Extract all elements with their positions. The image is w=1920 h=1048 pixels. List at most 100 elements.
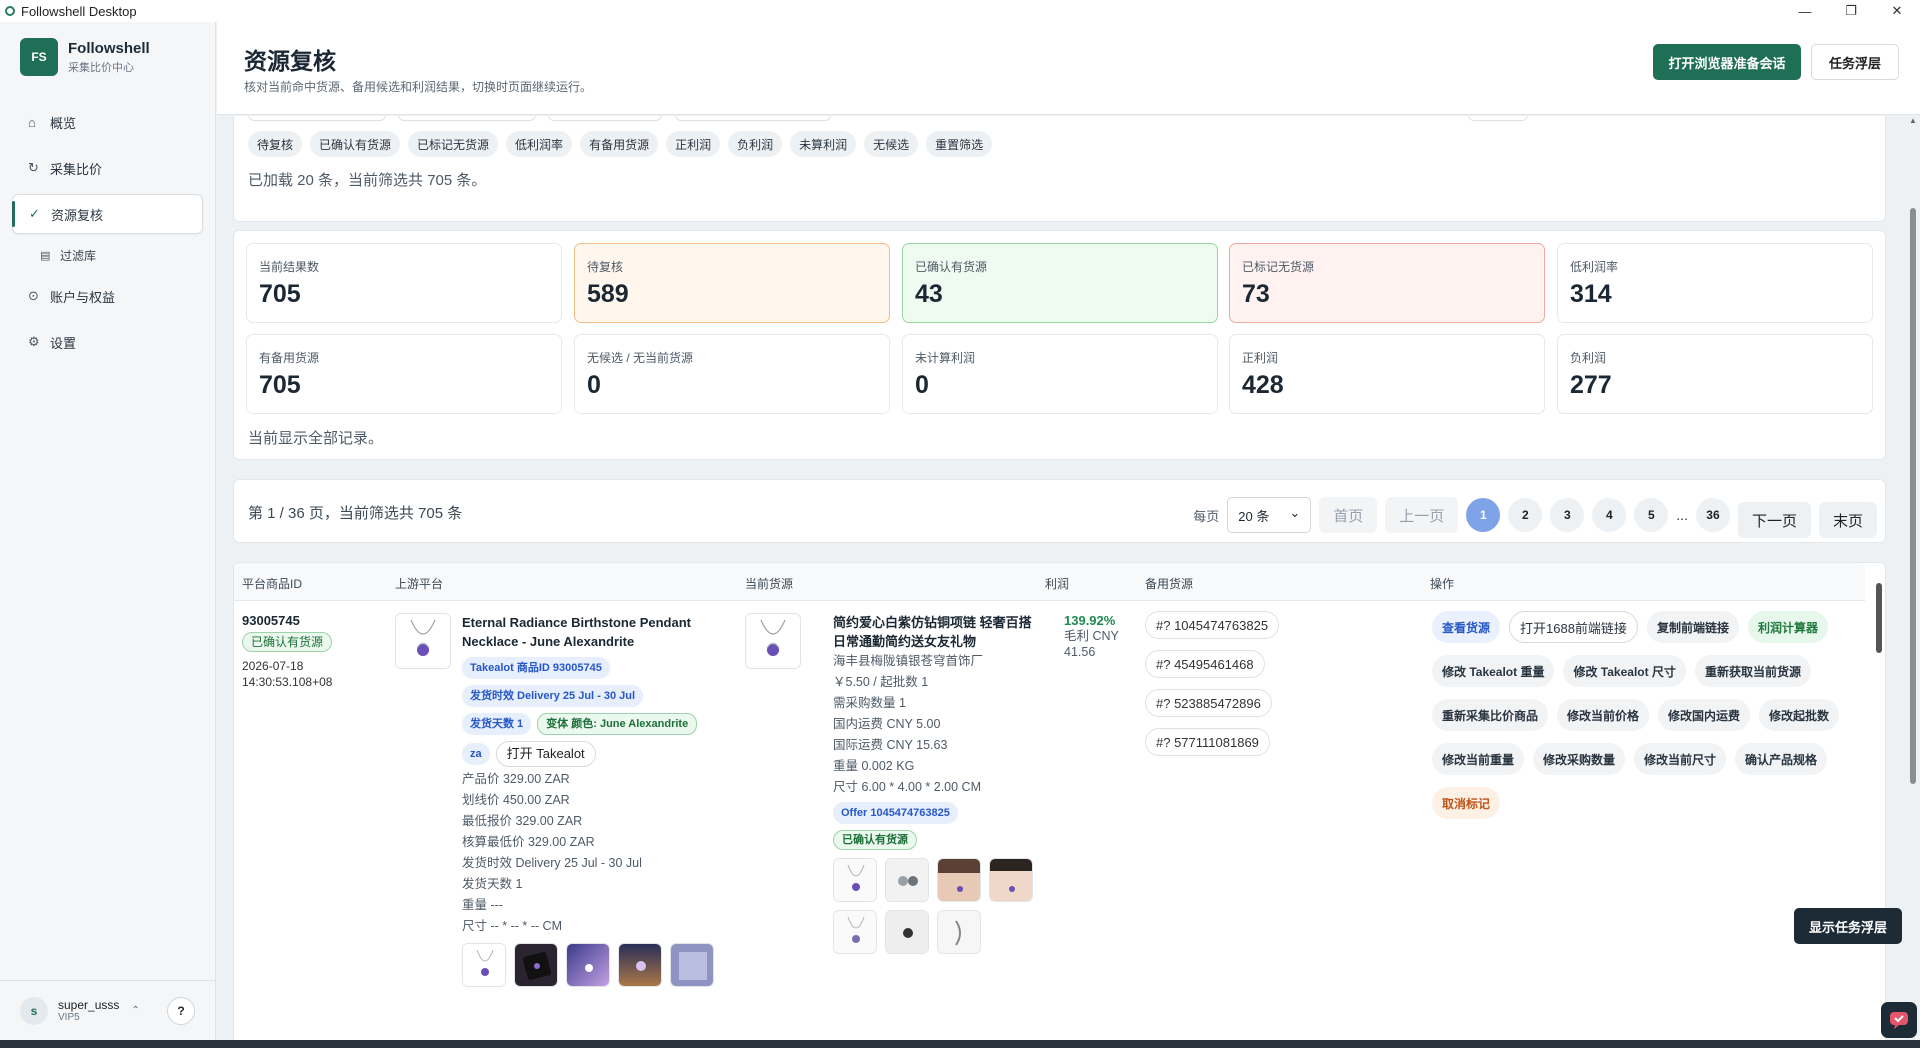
filter-field[interactable] [248,116,386,121]
unmark-button[interactable]: 取消标记 [1432,787,1501,819]
last-page-button[interactable]: 末页 [1818,502,1877,538]
upstream-title[interactable]: Eternal Radiance Birthstone Pendant Neck… [462,613,730,651]
profit-calculator-button[interactable]: 利润计算器 [1747,611,1828,643]
edit-current-weight-button[interactable]: 修改当前重量 [1432,743,1525,775]
chip-confirmed[interactable]: 已确认有货源 [310,131,401,157]
stat-has-backup[interactable]: 有备用货源 705 [246,334,562,414]
filter-field[interactable] [1468,116,1528,121]
alternate-source[interactable]: #? 1045474763825 [1145,611,1280,639]
gallery-image[interactable] [989,858,1033,902]
page-scrollbar[interactable]: ▲ [1906,116,1920,1046]
sidebar-item-label: 过滤库 [60,248,97,263]
source-thumbnail[interactable] [745,613,801,669]
chip-uncalculated[interactable]: 未算利润 [790,131,857,157]
alternate-source[interactable]: #? 523885472896 [1145,689,1272,717]
upstream-thumbnail[interactable] [395,613,451,669]
per-page-select[interactable]: 20 条 [1227,497,1312,533]
show-task-overlay-button[interactable]: 显示任务浮层 [1794,908,1902,944]
minimize-icon[interactable]: — [1782,0,1828,22]
gallery-image[interactable] [885,858,929,902]
gallery-image[interactable] [833,910,877,954]
meta-line: 国内运费 CNY 5.00 [833,717,941,731]
edit-current-size-button[interactable]: 修改当前尺寸 [1634,743,1727,775]
chip-pending[interactable]: 待复核 [248,131,303,157]
edit-quantity-button[interactable]: 修改采购数量 [1533,743,1626,775]
gallery-image[interactable] [833,858,877,902]
scroll-up-icon[interactable]: ▲ [1909,116,1917,125]
user-box[interactable]: s super_usss VIP5 ⌃ ? [0,980,215,1040]
page-number-1[interactable]: 1 [1466,498,1501,532]
restore-icon[interactable]: ❐ [1828,0,1874,22]
chat-button[interactable] [1881,1002,1917,1038]
view-source-button[interactable]: 查看货源 [1432,611,1501,643]
edit-takealot-size-button[interactable]: 修改 Takealot 尺寸 [1563,655,1686,687]
stat-pending[interactable]: 待复核 589 [574,243,890,323]
chip-reset[interactable]: 重置筛选 [926,131,993,157]
page-number-3[interactable]: 3 [1550,498,1585,532]
gallery-image[interactable] [670,943,714,987]
sidebar-item-filter-lib[interactable]: ▤ 过滤库 [12,240,203,270]
chip-low-margin[interactable]: 低利润率 [506,131,573,157]
sidebar-item-settings[interactable]: ⚙ 设置 [12,322,203,362]
open-browser-session-button[interactable]: 打开浏览器准备会话 [1653,44,1801,80]
sidebar-item-review[interactable]: ✓ 资源复核 [12,194,203,234]
alternate-source[interactable]: #? 577111081869 [1145,728,1270,756]
chip-positive-profit[interactable]: 正利润 [666,131,721,157]
sidebar-item-collect[interactable]: ↻ 采集比价 [12,148,203,188]
gallery-image[interactable] [514,943,558,987]
source-title[interactable]: 简约爱心白紫仿钻铜项链 轻奢百搭日常通勤简约送女友礼物 [833,613,1038,651]
meta-line: 重量 0.002 KG [833,759,915,773]
recollect-button[interactable]: 重新采集比价商品 [1432,699,1549,731]
stat-positive-profit[interactable]: 正利润 428 [1229,334,1545,414]
page-number-2[interactable]: 2 [1508,498,1543,532]
stat-total[interactable]: 当前结果数 705 [246,243,562,323]
edit-price-button[interactable]: 修改当前价格 [1557,699,1650,731]
stat-negative-profit[interactable]: 负利润 277 [1557,334,1873,414]
gallery-image[interactable] [885,910,929,954]
close-icon[interactable]: ✕ [1874,0,1920,22]
open-takealot-button[interactable]: 打开 Takealot [495,741,596,767]
chip-no-candidate[interactable]: 无候选 [864,131,919,157]
filter-field[interactable] [398,116,536,121]
stat-uncalculated[interactable]: 未计算利润 0 [902,334,1218,414]
page-scroll-thumb[interactable] [1910,208,1916,784]
table-scrollbar[interactable] [1873,563,1885,1040]
gallery-image[interactable] [618,943,662,987]
refetch-source-button[interactable]: 重新获取当前货源 [1694,655,1811,687]
gallery-image[interactable] [937,858,981,902]
chip-negative-profit[interactable]: 负利润 [728,131,783,157]
stat-no-candidate[interactable]: 无候选 / 无当前货源 0 [574,334,890,414]
edit-takealot-weight-button[interactable]: 修改 Takealot 重量 [1432,655,1555,687]
copy-link-button[interactable]: 复制前端链接 [1646,611,1739,643]
page-number-5[interactable]: 5 [1634,498,1669,532]
page-number-last[interactable]: 36 [1695,498,1730,532]
alternate-source[interactable]: #? 45495461468 [1145,650,1265,678]
gallery-image[interactable] [937,910,981,954]
col-upstream: 上游平台 [395,577,444,591]
table-header: 平台商品ID 上游平台 当前货源 利润 备用货源 操作 [234,563,1865,601]
gallery-image[interactable] [566,943,610,987]
help-button[interactable]: ? [167,996,195,1025]
gallery-image[interactable] [462,943,506,987]
table-scroll-thumb[interactable] [1876,583,1882,653]
stat-low-margin[interactable]: 低利润率 314 [1557,243,1873,323]
stat-no-source[interactable]: 已标记无货源 73 [1229,243,1545,323]
sidebar-item-overview[interactable]: ⌂ 概览 [12,102,203,142]
edit-moq-button[interactable]: 修改起批数 [1759,699,1840,731]
first-page-button[interactable]: 首页 [1319,497,1378,533]
chip-no-source[interactable]: 已标记无货源 [408,131,499,157]
gear-icon: ⚙ [28,334,40,349]
confirm-spec-button[interactable]: 确认产品规格 [1735,743,1828,775]
sidebar-item-account[interactable]: ⊙ 账户与权益 [12,276,203,316]
filter-field[interactable] [548,116,662,121]
next-page-button[interactable]: 下一页 [1737,502,1811,538]
chip-has-backup[interactable]: 有备用货源 [580,131,659,157]
open-1688-button[interactable]: 打开1688前端链接 [1509,611,1638,643]
filter-field[interactable] [675,116,831,121]
chevron-up-icon[interactable]: ⌃ [131,1005,139,1016]
stat-confirmed[interactable]: 已确认有货源 43 [902,243,1218,323]
task-overlay-button[interactable]: 任务浮层 [1811,44,1899,80]
prev-page-button[interactable]: 上一页 [1385,497,1459,533]
edit-shipping-button[interactable]: 修改国内运费 [1658,699,1751,731]
page-number-4[interactable]: 4 [1592,498,1627,532]
